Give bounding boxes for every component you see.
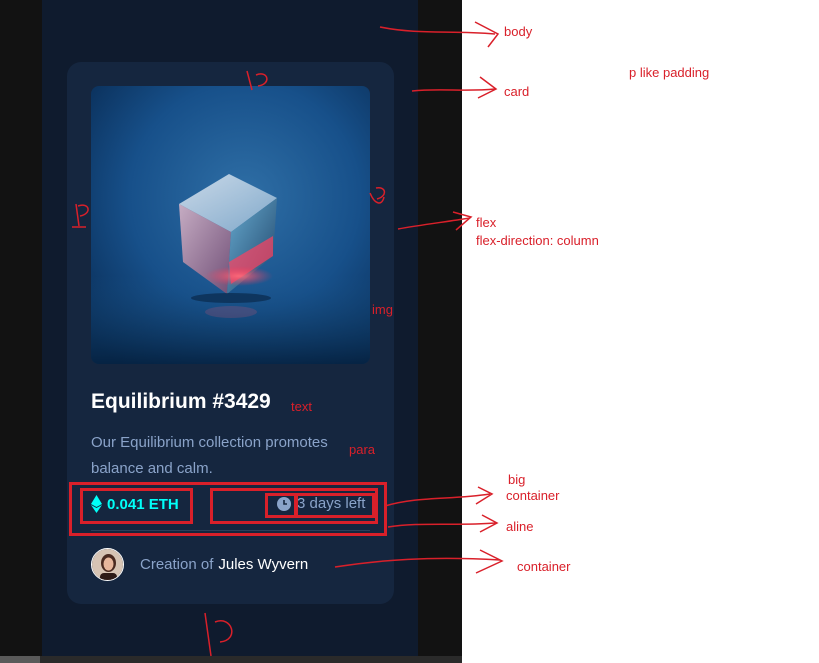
horizontal-scrollbar[interactable] bbox=[0, 656, 462, 663]
annotation-price-box bbox=[80, 488, 193, 524]
annotation-para: para bbox=[349, 442, 376, 457]
creator: Creation of Jules Wyvern bbox=[140, 556, 308, 573]
cube-image bbox=[91, 86, 370, 364]
left-dark-area bbox=[0, 0, 42, 663]
annotation-container: container bbox=[517, 559, 571, 574]
card-description: Our Equilibrium collection promotes bala… bbox=[91, 434, 328, 477]
card-title[interactable]: Equilibrium #3429 bbox=[91, 390, 271, 414]
annotation-flex: flex bbox=[476, 215, 497, 230]
annotation-flex-direction: flex-direction: column bbox=[476, 233, 599, 248]
annotation-big: big bbox=[508, 472, 526, 487]
annotation-big-container: container bbox=[506, 488, 560, 503]
avatar bbox=[91, 548, 124, 581]
creator-prefix: Creation of bbox=[140, 556, 214, 573]
annotation-card: card bbox=[504, 84, 530, 99]
annotation-padding-note: p like padding bbox=[629, 65, 710, 80]
nft-image[interactable] bbox=[91, 86, 370, 364]
annotation-img: img bbox=[372, 302, 393, 317]
annotation-time-text-box bbox=[295, 493, 375, 518]
annotation-clock-box bbox=[265, 493, 297, 518]
creator-name[interactable]: Jules Wyvern bbox=[218, 556, 308, 573]
annotation-aline: aline bbox=[506, 519, 534, 534]
annotation-body: body bbox=[504, 24, 533, 39]
scrollbar-thumb[interactable] bbox=[0, 656, 40, 663]
annotation-text: text bbox=[291, 399, 312, 414]
right-dark-area bbox=[418, 0, 462, 663]
